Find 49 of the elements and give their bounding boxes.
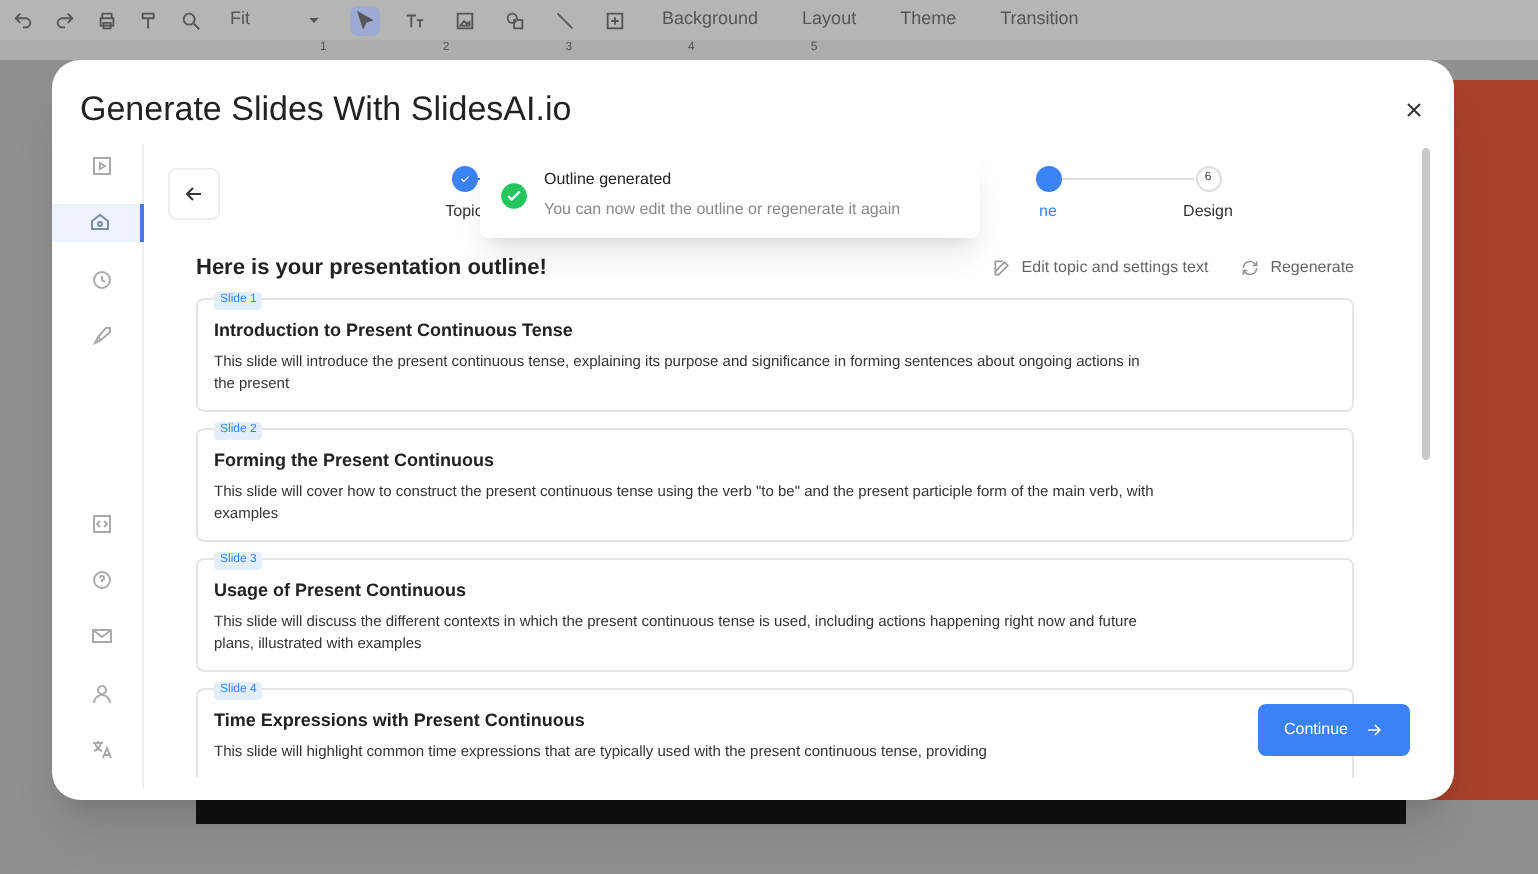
caret-icon (306, 12, 322, 28)
help-icon (90, 568, 114, 593)
action-button[interactable]: Edit topic and settings text (991, 256, 1209, 281)
check-circle-icon (500, 181, 528, 209)
edit-icon (991, 258, 1012, 279)
step-label: ne (1039, 199, 1057, 223)
line-icon (554, 9, 576, 31)
toolbar-menu-item[interactable]: Theme (888, 6, 969, 34)
arrow-left-icon (182, 182, 206, 206)
tool-button[interactable] (350, 5, 380, 35)
sidebar-item[interactable] (52, 204, 144, 241)
image-icon (454, 9, 476, 31)
redo-icon[interactable] (54, 9, 76, 31)
text-box-icon (404, 9, 426, 31)
arrow-right-icon (1364, 720, 1385, 740)
user-icon (90, 681, 114, 706)
step-label: Topic (445, 199, 483, 223)
back-button[interactable] (168, 168, 220, 220)
toast-message: You can now edit the outline or regenerate it again (544, 198, 901, 222)
step-label: Design (1183, 199, 1233, 223)
history-icon (90, 267, 114, 292)
zoom-icon[interactable] (180, 9, 202, 31)
slide-title: Introduction to Present Continuous Tense (214, 317, 573, 343)
print-icon[interactable] (96, 9, 118, 31)
shapes-icon (504, 9, 526, 31)
comment-icon (604, 9, 626, 31)
action-button[interactable]: Regenerate (1240, 256, 1354, 281)
check-icon (457, 171, 471, 185)
close-icon[interactable] (1402, 98, 1426, 122)
toast-title: Outline generated (544, 168, 674, 192)
zoom-dropdown[interactable]: Fit (222, 6, 330, 34)
cursor-icon (354, 9, 376, 31)
toolbar-menu-item[interactable]: Layout (790, 6, 869, 34)
refresh-icon (1240, 258, 1261, 279)
continue-button[interactable]: Continue (1258, 704, 1410, 756)
slides-icon (90, 154, 114, 179)
mail-icon (90, 624, 114, 649)
toolbar-menu-item[interactable]: Transition (988, 6, 1091, 34)
translate-icon (90, 737, 114, 762)
slide-title: Time Expressions with Present Continuous (214, 707, 585, 734)
slide-title: Forming the Present Continuous (214, 447, 495, 474)
home-icon (88, 210, 112, 235)
slide-title: Usage of Present Continuous (214, 577, 467, 604)
outline-heading: Here is your presentation outline! (196, 254, 547, 284)
undo-icon[interactable] (12, 9, 34, 31)
toolbar-menu-item[interactable]: Background (650, 6, 771, 34)
dialog-title: Generate Slides With SlidesAI.io (80, 88, 572, 133)
scrollbar-thumb[interactable] (1422, 148, 1430, 460)
code-icon (90, 511, 114, 536)
